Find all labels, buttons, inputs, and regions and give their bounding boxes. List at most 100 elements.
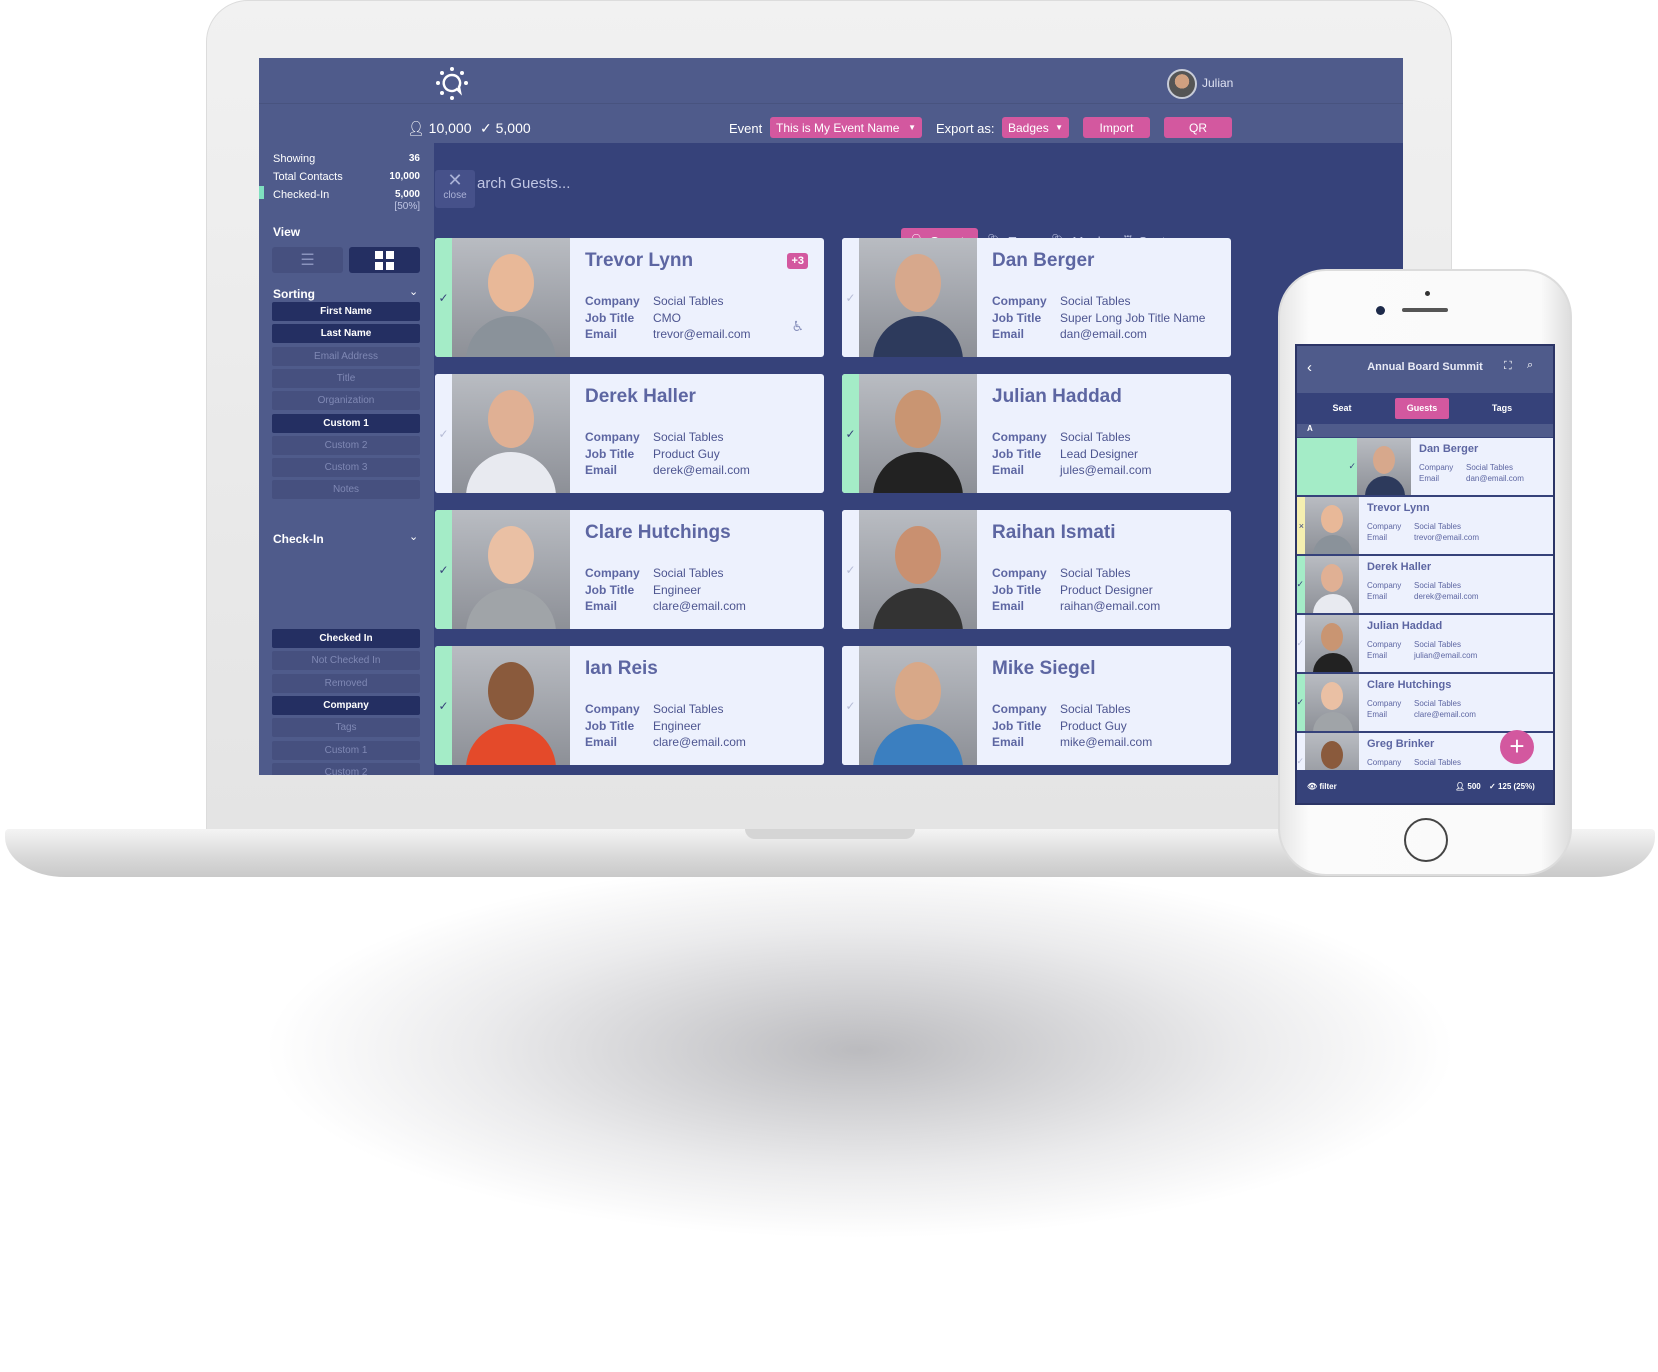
export-select[interactable]: Badges ▼ [1002,117,1069,138]
photo-head [895,526,941,584]
qr-button[interactable]: QR [1164,117,1232,138]
event-select[interactable]: This is My Event Name ▼ [770,117,922,138]
phone-guest-row[interactable]: ✓ Julian Haddad Company Social Tables Email j… [1297,615,1553,672]
checkin-option[interactable]: Not Checked In [272,651,420,671]
checkin-toggle[interactable]: × [1297,497,1305,554]
checkin-toggle[interactable]: ✓ [435,374,452,493]
guest-email: dan@email.com [1060,327,1147,341]
checkin-toggle[interactable]: ✓ [435,646,452,765]
view-label: View [273,225,301,239]
guest-card[interactable]: ✓ Mike Siegel Company Social Tables Job Titl… [842,646,1231,765]
field-label: Company [1367,522,1402,531]
checkin-toggle[interactable]: ✓ [1297,556,1305,613]
chevron-down-icon[interactable]: ⌄ [409,530,418,543]
guest-name: Greg Brinker [1367,738,1435,750]
guest-card[interactable]: ✓ Clare Hutchings Company Social Tables Job … [435,510,824,629]
stat-sub: [50%] [394,201,420,212]
phone-tab-guests[interactable]: Guests [1395,398,1449,419]
checkin-toggle[interactable]: ✓ [842,646,859,765]
checkin-toggle[interactable]: ✓ [1297,438,1357,495]
checkin-toggle[interactable]: ✓ [842,238,859,357]
guest-email: clare@email.com [653,735,746,749]
phone-screen: ‹ Annual Board Summit ⛶ ⌕ Seat Guests Tags… [1295,344,1555,805]
guest-card[interactable]: ✓ Dan Berger Company Social Tables Job Title… [842,238,1231,357]
phone-guest-row[interactable]: × Trevor Lynn Company Social Tables Email tre… [1297,497,1553,554]
user-name[interactable]: Julian [1202,76,1233,90]
search-icon[interactable]: ⌕ [1527,359,1533,372]
grid-view-button[interactable] [349,247,420,273]
check-icon: ✓ [845,562,856,577]
sorting-option[interactable]: Email Address [272,346,420,366]
checkin-toggle[interactable]: ✓ [1297,674,1305,731]
checkin-option[interactable]: Company [272,695,420,715]
checkin-toggle[interactable]: ✓ [842,510,859,629]
phone-title: Annual Board Summit [1367,361,1483,373]
checkin-option[interactable]: Custom 2 [272,762,420,775]
import-button[interactable]: Import [1083,117,1150,138]
checked-in-marker [259,186,264,199]
guest-photo [452,374,570,493]
check-icon: ✓ [1348,461,1356,471]
field-label: Email [1367,533,1388,542]
eye-icon: 👁︎ [1307,782,1320,791]
phone-home-button[interactable] [1404,818,1448,862]
guest-name: Dan Berger [1419,443,1479,455]
sorting-option[interactable]: Notes [272,480,420,500]
sorting-option[interactable]: Custom 1 [272,413,420,433]
guest-company: Social Tables [1060,566,1131,580]
search-input[interactable]: arch Guests... [477,175,570,192]
chevron-down-icon[interactable]: ⌄ [409,285,418,298]
sorting-option[interactable]: Title [272,368,420,388]
guest-name: Trevor Lynn [585,250,694,271]
checkin-toggle[interactable]: ✓ [435,238,452,357]
close-label: close [443,190,467,201]
photo-head [1373,446,1395,474]
logo-icon[interactable] [435,66,469,100]
section-header: A [1297,424,1553,437]
sorting-option[interactable]: Last Name [272,324,420,344]
filter-button[interactable]: 👁︎ filter [1307,782,1337,791]
phone-guest-row[interactable]: ✓ Derek Haller Company Social Tables Email de… [1297,556,1553,613]
photo-head [1321,682,1343,710]
checkin-option[interactable]: Checked In [272,629,420,648]
guest-company: Social Tables [1414,699,1461,708]
checkin-option[interactable]: Tags [272,718,420,738]
guest-company: Social Tables [1414,581,1461,590]
user-icon: 👤︎ [407,120,429,136]
close-icon: ✕ [447,170,463,190]
checkin-option[interactable]: Removed [272,673,420,693]
guest-card[interactable]: ✓ Julian Haddad Company Social Tables Job Ti… [842,374,1231,493]
add-guest-button[interactable]: + [1500,730,1534,764]
guest-card[interactable]: ✓ Raihan Ismati Company Social Tables Job Ti… [842,510,1231,629]
checked-count: ✓ 5,000 [480,120,531,137]
list-view-button[interactable]: ☰ [272,247,343,273]
checkin-toggle[interactable]: ✓ [1297,615,1305,672]
search-close-button[interactable]: ✕ close [435,170,475,208]
stat-value: 10,000 [389,171,420,182]
phone-sensor [1425,291,1430,296]
guest-card[interactable]: ✓ Derek Haller Company Social Tables Job Tit… [435,374,824,493]
guest-name: Clare Hutchings [1367,679,1452,691]
checkin-toggle[interactable]: ✓ [842,374,859,493]
sorting-option[interactable]: Custom 3 [272,458,420,478]
sorting-option[interactable]: First Name [272,302,420,321]
phone-guest-row[interactable]: ✓ Clare Hutchings Company Social Tables Emai… [1297,674,1553,731]
user-avatar[interactable] [1167,69,1197,99]
phone-tab-seat[interactable]: Seat [1315,398,1369,419]
phone-checked-value: 125 (25%) [1497,782,1535,791]
scan-icon[interactable]: ⛶ [1504,360,1512,373]
sorting-option[interactable]: Custom 2 [272,435,420,455]
guest-card[interactable]: ✓ Ian Reis Company Social Tables Job Title En… [435,646,824,765]
checkin-toggle[interactable]: ✓ [435,510,452,629]
guest-name: Derek Haller [1367,561,1432,573]
sorting-option[interactable]: Organization [272,391,420,411]
guest-email: raihan@email.com [1060,599,1161,613]
guest-card[interactable]: ✓ Trevor Lynn Company Social Tables Job Titl… [435,238,824,357]
phone-tab-tags[interactable]: Tags [1475,398,1529,419]
phone-guest-row[interactable]: ✓ Dan Berger Company Social Tables Email dan@… [1297,438,1553,495]
checkin-option[interactable]: Custom 1 [272,740,420,760]
plus-guests-badge[interactable]: +3 [787,253,808,269]
photo-head [1321,623,1343,651]
photo-shoulders [1313,535,1353,554]
checked-count-value: 5,000 [495,120,531,136]
